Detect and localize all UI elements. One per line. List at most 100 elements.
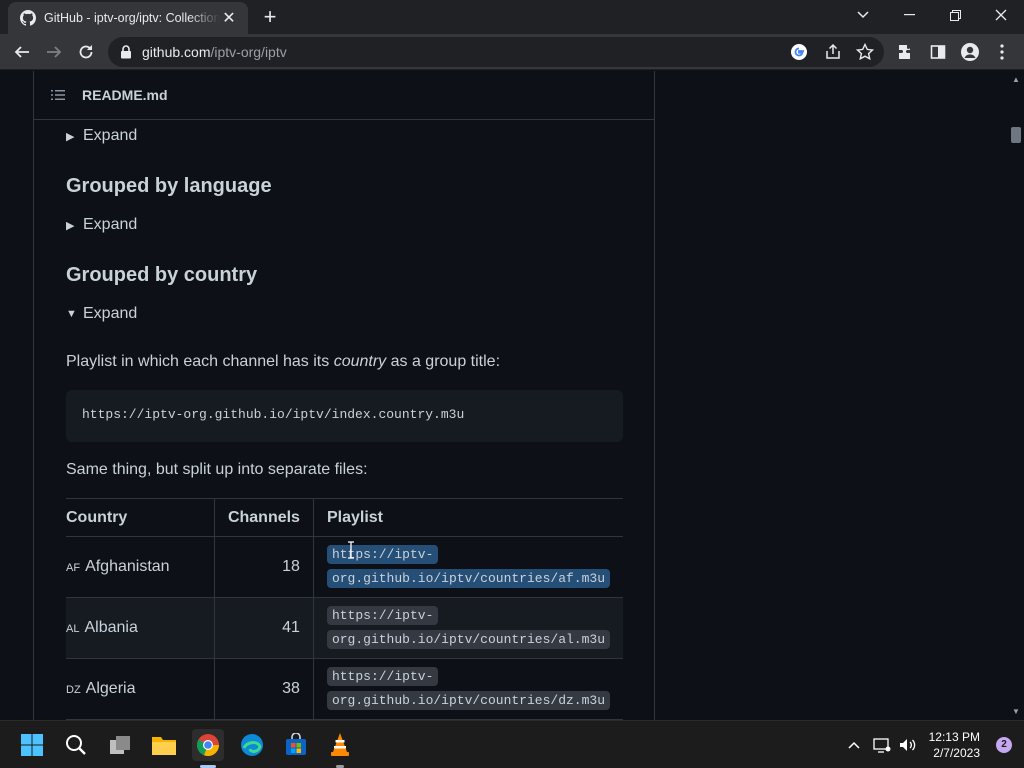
playlist-url[interactable]: https://iptv-org.github.io/iptv/countrie… — [326, 604, 610, 652]
channels-count: 18 — [213, 536, 314, 598]
address-bar[interactable]: github.com/iptv-org/iptv — [108, 37, 884, 67]
expand-toggle-categories[interactable]: ▶ Expand — [66, 127, 137, 145]
playlist-cell: https://iptv-org.github.io/iptv/countrie… — [312, 597, 623, 659]
extensions-icon[interactable] — [892, 38, 920, 66]
playlist-url-line: org.github.io/iptv/countries/af.m3u — [326, 569, 610, 588]
lock-icon[interactable] — [120, 45, 134, 59]
playlist-url[interactable]: https://iptv-org.github.io/iptv/countrie… — [326, 665, 610, 713]
expand-label: Expand — [83, 305, 138, 322]
caret-right-icon: ▶ — [66, 130, 75, 143]
task-view-icon[interactable] — [104, 729, 136, 761]
windows-taskbar: 12:13 PM 2/7/2023 2 — [0, 720, 1024, 768]
browser-tab[interactable]: GitHub - iptv-org/iptv: Collection of pu… — [8, 2, 248, 34]
expand-label: Expand — [83, 216, 138, 233]
vlc-icon[interactable] — [324, 729, 356, 761]
split-files-text: Same thing, but split up into separate f… — [66, 461, 368, 478]
playlist-url[interactable]: https://iptv-org.github.io/iptv/index.co… — [82, 407, 464, 422]
heading-grouped-by-country: Grouped by country — [66, 264, 258, 286]
country-cell: DZ Algeria — [66, 658, 215, 720]
forward-icon[interactable] — [40, 38, 68, 66]
reload-icon[interactable] — [72, 38, 100, 66]
readme-panel: README.md ▶ Expand Grouped by language ▶… — [33, 71, 655, 720]
table-row: AL Albania 41 https://iptv-org.github.io/… — [66, 597, 623, 659]
tab-title: GitHub - iptv-org/iptv: Collection of pu… — [44, 11, 220, 25]
table-row: AF Afghanistan 18 https://iptv-org.github… — [66, 536, 623, 598]
column-header-playlist: Playlist — [312, 498, 623, 537]
country-code: DZ — [66, 684, 81, 696]
channels-count: 38 — [213, 658, 314, 720]
clock-date: 2/7/2023 — [933, 746, 980, 760]
new-tab-button[interactable]: + — [258, 6, 282, 30]
tab-search-icon[interactable] — [840, 0, 886, 30]
github-icon — [20, 10, 36, 26]
search-icon[interactable] — [60, 729, 92, 761]
caret-right-icon: ▶ — [66, 219, 75, 232]
microsoft-store-icon[interactable] — [280, 729, 312, 761]
side-panel-icon[interactable] — [924, 38, 952, 66]
scroll-down-icon[interactable]: ▼ — [1012, 707, 1020, 716]
country-playlist-code-block[interactable]: https://iptv-org.github.io/iptv/index.co… — [66, 390, 623, 442]
country-playlist-table: Country Channels Playlist AF Afghanistan … — [66, 498, 623, 720]
file-explorer-icon[interactable] — [148, 729, 180, 761]
playlist-url-line: https://iptv- — [326, 545, 439, 564]
minimize-icon[interactable] — [886, 0, 932, 30]
network-icon[interactable] — [870, 729, 894, 761]
channels-count: 41 — [213, 597, 314, 659]
table-header-row: Country Channels Playlist — [66, 498, 623, 537]
restore-icon[interactable] — [932, 0, 978, 30]
playlist-url-line: org.github.io/iptv/countries/al.m3u — [326, 630, 610, 649]
country-code: AF — [66, 562, 81, 574]
country-cell: AF Afghanistan — [66, 536, 215, 598]
column-header-channels: Channels — [213, 498, 314, 537]
intro-text-after: as a group title: — [386, 353, 501, 370]
page-content: README.md ▶ Expand Grouped by language ▶… — [0, 71, 1008, 720]
outline-list-icon[interactable] — [50, 87, 66, 103]
expand-toggle-country[interactable]: ▼ Expand — [66, 305, 137, 323]
table-row: DZ Algeria 38 https://iptv-org.github.io/… — [66, 658, 623, 720]
page-scrollbar[interactable]: ▲ ▼ — [1008, 71, 1024, 720]
playlist-cell: https://iptv-org.github.io/iptv/countrie… — [312, 536, 623, 598]
back-icon[interactable] — [8, 38, 36, 66]
country-name: Afghanistan — [85, 558, 170, 575]
readme-filename: README.md — [82, 87, 168, 103]
playlist-url-selected[interactable]: https://iptv-org.github.io/iptv/countrie… — [326, 543, 610, 591]
readme-header: README.md — [34, 71, 654, 120]
edge-icon[interactable] — [236, 729, 268, 761]
volume-icon[interactable] — [896, 729, 920, 761]
scrollbar-thumb[interactable] — [1011, 127, 1021, 143]
country-code: AL — [66, 623, 80, 635]
intro-text-emphasis: country — [333, 353, 387, 370]
playlist-url-line: https://iptv- — [326, 606, 439, 625]
system-clock[interactable]: 12:13 PM 2/7/2023 — [929, 729, 980, 761]
scroll-up-icon[interactable]: ▲ — [1012, 75, 1020, 84]
country-name: Algeria — [85, 680, 136, 697]
url-host: github.com — [142, 44, 211, 60]
url-text: github.com/iptv-org/iptv — [142, 44, 287, 60]
heading-grouped-by-language: Grouped by language — [66, 175, 272, 197]
url-path: /iptv-org/iptv — [210, 44, 287, 60]
close-tab-icon[interactable]: ✕ — [220, 9, 238, 27]
column-header-country: Country — [66, 498, 215, 537]
tab-strip: GitHub - iptv-org/iptv: Collection of pu… — [0, 0, 1024, 34]
intro-text-before: Playlist in which each channel has its — [66, 353, 334, 370]
bookmark-star-icon[interactable] — [855, 42, 875, 61]
country-name: Albania — [84, 619, 138, 636]
google-lens-icon[interactable] — [790, 43, 808, 61]
profile-icon[interactable] — [956, 38, 984, 66]
browser-toolbar: github.com/iptv-org/iptv — [0, 34, 1024, 70]
notification-badge[interactable]: 2 — [996, 737, 1012, 753]
windows-start-icon[interactable] — [16, 729, 48, 761]
close-window-icon[interactable] — [978, 0, 1024, 30]
country-cell: AL Albania — [66, 597, 215, 659]
menu-kebab-icon[interactable] — [988, 38, 1016, 66]
playlist-cell: https://iptv-org.github.io/iptv/countrie… — [312, 658, 623, 720]
expand-toggle-language[interactable]: ▶ Expand — [66, 216, 137, 234]
chevron-up-icon[interactable] — [840, 729, 868, 761]
caret-down-icon: ▼ — [66, 308, 77, 320]
playlist-url-line: https://iptv- — [326, 667, 439, 686]
country-intro-text: Playlist in which each channel has its c… — [66, 353, 500, 371]
expand-label: Expand — [83, 127, 138, 144]
share-icon[interactable] — [824, 43, 842, 61]
clock-time: 12:13 PM — [928, 730, 980, 744]
chrome-icon[interactable] — [192, 729, 224, 761]
